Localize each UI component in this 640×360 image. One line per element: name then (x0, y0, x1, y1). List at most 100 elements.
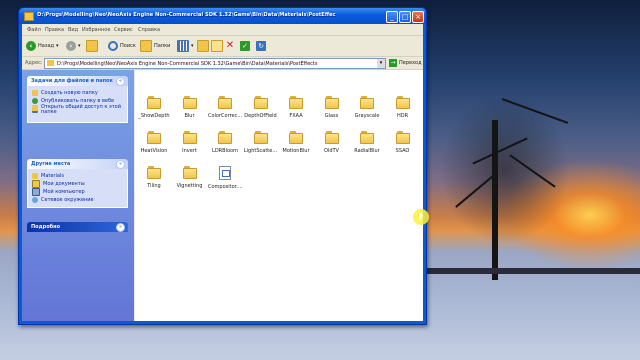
globe-icon (32, 98, 38, 104)
task-share-folder[interactable]: Открыть общий доступ к этой папке (28, 104, 127, 119)
search-label: Поиск (120, 43, 136, 49)
file-item[interactable]: _ShowDepth (137, 96, 171, 126)
folder-icon (147, 96, 161, 109)
menu-edit[interactable]: Правка (45, 27, 64, 33)
menu-file[interactable]: Файл (27, 27, 41, 33)
tasks-panel-header[interactable]: Задачи для файлов и папок « (27, 76, 128, 86)
delete-button[interactable]: ✕ (225, 40, 235, 52)
file-item[interactable]: Glass (315, 96, 349, 126)
task-new-folder[interactable]: Создать новую папку (28, 89, 127, 97)
collapse-icon[interactable]: « (116, 77, 125, 86)
views-button[interactable]: ▾ (177, 40, 194, 52)
computer-icon (32, 188, 40, 196)
maximize-button[interactable]: □ (399, 11, 411, 23)
folder-icon (182, 96, 197, 109)
address-input[interactable]: D:\Progs\Modelling\Neo\NeoAxis Engine No… (44, 58, 386, 69)
file-item[interactable]: LightScatte... (244, 131, 278, 161)
file-item[interactable]: Vignetting (173, 166, 207, 196)
details-panel-header[interactable]: Подробно » (27, 222, 128, 232)
close-button[interactable]: × (412, 11, 424, 23)
place-my-documents[interactable]: Мои документы (28, 180, 127, 188)
expand-icon[interactable]: » (116, 223, 125, 232)
back-button[interactable]: ‹ Назад ▾ (26, 40, 59, 52)
place-label: Materials (41, 173, 64, 179)
file-item[interactable]: HDR (386, 96, 420, 126)
places-panel-header[interactable]: Другие места « (27, 159, 128, 169)
place-label: Мои документы (43, 181, 85, 187)
folder-icon (324, 96, 339, 109)
file-item[interactable]: HeatVision (137, 131, 171, 161)
file-name: RadialBlur (354, 148, 380, 154)
copy-to-button[interactable] (211, 40, 223, 52)
up-button[interactable] (86, 40, 98, 52)
file-item[interactable]: Tiling (137, 166, 171, 196)
chevron-down-icon: ▾ (78, 43, 81, 49)
go-button[interactable]: → Переход (389, 59, 422, 67)
file-item[interactable]: Invert (173, 131, 207, 161)
file-name: LightScatte... (243, 148, 278, 154)
file-name: Blur (184, 113, 195, 119)
places-panel-title: Другие места (31, 161, 71, 167)
folders-button[interactable]: Папки (140, 40, 170, 52)
file-item[interactable]: DepthOfField (244, 96, 278, 126)
chevron-down-icon: ▾ (56, 43, 59, 49)
menu-tools[interactable]: Сервис (114, 27, 133, 33)
file-list[interactable]: _ShowDepth Blur ColorCorrec... DepthOfField… (135, 70, 423, 321)
task-label: Создать новую папку (41, 90, 98, 96)
back-label: Назад (38, 43, 55, 49)
menu-favorites[interactable]: Избранное (82, 27, 110, 33)
explorer-window[interactable]: D:\Progs\Modelling\Neo\NeoAxis Engine No… (18, 7, 427, 325)
address-value: D:\Progs\Modelling\Neo\NeoAxis Engine No… (57, 61, 318, 67)
folder-up-icon (86, 40, 98, 52)
folders-label: Папки (154, 43, 171, 49)
window-title: D:\Progs\Modelling\Neo\NeoAxis Engine No… (37, 12, 336, 18)
tasks-panel-body: Создать новую папку Опубликовать папку в… (27, 86, 128, 123)
folder-icon (253, 96, 268, 109)
place-materials[interactable]: Materials (28, 172, 127, 180)
move-to-button[interactable] (197, 40, 209, 52)
place-my-computer[interactable]: Мой компьютер (28, 188, 127, 196)
title-bar[interactable]: D:\Progs\Modelling\Neo\NeoAxis Engine No… (19, 8, 426, 24)
file-item[interactable]: ColorCorrec... (208, 96, 242, 126)
folder-icon (324, 131, 339, 144)
back-arrow-icon: ‹ (26, 41, 36, 51)
file-item[interactable]: RadialBlur (350, 131, 384, 161)
collapse-icon[interactable]: « (116, 160, 125, 169)
go-arrow-icon: → (389, 59, 397, 67)
menu-view[interactable]: Вид (68, 27, 78, 33)
menu-bar: Файл Правка Вид Избранное Сервис Справка (22, 24, 423, 36)
search-icon (108, 41, 118, 51)
folder-icon (289, 131, 303, 144)
place-network[interactable]: Сетевое окружение (28, 196, 127, 204)
file-item[interactable]: FXAA (279, 96, 313, 126)
forward-button[interactable]: › ▾ (66, 40, 81, 52)
file-name: Compositor.... (208, 184, 243, 190)
search-button[interactable]: Поиск (108, 40, 136, 52)
file-item[interactable]: OldTV (315, 131, 349, 161)
file-item[interactable]: MotionBlur (279, 131, 313, 161)
folder-icon (289, 96, 303, 109)
folder-icon (47, 60, 54, 66)
file-item[interactable]: SSAO (386, 131, 420, 161)
document-icon (219, 166, 231, 180)
wallpaper-tree-crown (440, 95, 570, 245)
folder-icon (360, 131, 374, 144)
documents-icon (32, 180, 40, 188)
file-item[interactable]: LDRBloom (208, 131, 242, 161)
file-item[interactable]: Grayscale (350, 96, 384, 126)
refresh-icon: ↻ (256, 41, 266, 51)
sync-button[interactable]: ↻ (256, 40, 266, 52)
chevron-down-icon[interactable]: ▾ (377, 59, 385, 68)
file-item[interactable]: Blur (173, 96, 207, 126)
place-label: Мой компьютер (43, 189, 85, 195)
menu-help[interactable]: Справка (138, 27, 160, 33)
file-name: LDRBloom (212, 148, 238, 154)
file-name: Tiling (147, 183, 161, 189)
file-item[interactable]: Compositor.... (208, 166, 243, 196)
undo-button[interactable]: ✓ (240, 40, 250, 52)
minimize-button[interactable]: _ (386, 11, 398, 23)
folder-icon (147, 166, 161, 179)
file-name: Vignetting (176, 183, 203, 189)
folder-icon (395, 96, 410, 109)
folder-icon (218, 131, 232, 144)
